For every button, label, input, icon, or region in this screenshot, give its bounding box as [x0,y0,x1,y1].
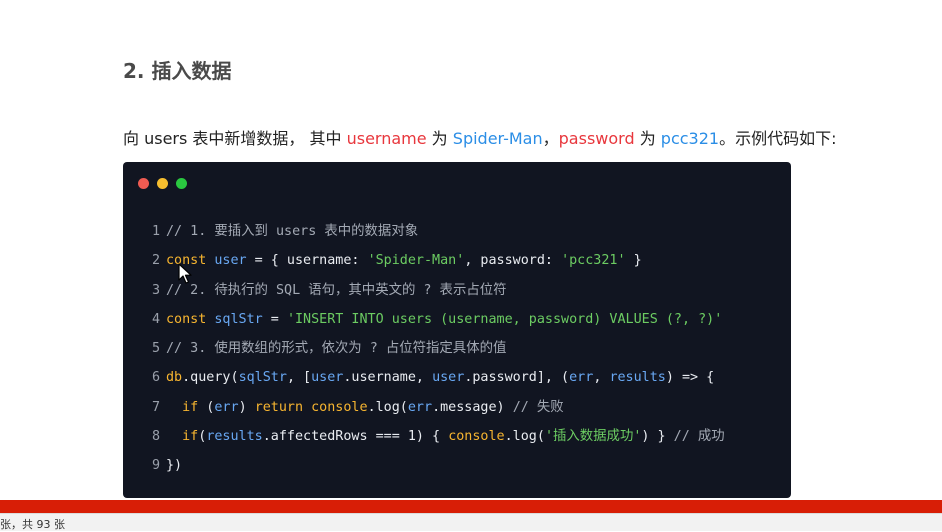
line-number: 8 [152,429,169,445]
code-text: ( [198,399,215,415]
code-text: , [593,370,610,386]
code-keyword: console [311,399,368,415]
code-variable: user [214,253,247,269]
desc-text-2: 为 [426,129,453,148]
code-keyword: const [166,311,207,327]
code-keyword: db [166,370,183,386]
code-line: 7 if (err) return console.log(err.messag… [152,393,725,422]
code-text: .affectedRows === 1) { [262,429,449,445]
code-variable: sqlStr [238,370,287,386]
keyword-username: username [346,129,427,148]
code-variable: err [569,370,594,386]
code-text: ) [238,399,255,415]
code-string: 'INSERT INTO users (username, password) … [286,311,723,327]
code-variable: results [609,370,666,386]
maximize-dot-icon [176,178,187,189]
code-text: ) } [641,429,674,445]
slide-accent-bar [0,500,942,513]
line-number: 4 [152,311,169,327]
code-variable: sqlStr [214,311,263,327]
code-text: } [625,253,642,269]
code-keyword: if [182,399,199,415]
code-window: 1 // 1. 要插入到 users 表中的数据对象 2 const user =… [123,162,791,498]
code-text: .log( [367,399,408,415]
status-bar: 张，共 93 张 [0,513,942,531]
code-comment: // 1. 要插入到 users 表中的数据对象 [166,224,419,239]
page-count-text: 张，共 93 张 [0,518,65,531]
code-text: , password: [464,253,562,269]
code-variable: err [407,399,433,415]
code-string: 'Spider-Man' [367,253,465,269]
code-line: 8 if(results.affectedRows === 1) { conso… [152,422,725,451]
code-comment: // 成功 [673,429,725,445]
slide-heading: 2. 插入数据 [123,59,232,83]
value-spider-man: Spider-Man [452,129,543,148]
close-dot-icon [138,178,149,189]
line-number: 7 [152,399,169,415]
code-line: 2 const user = { username: 'Spider-Man',… [152,246,725,275]
code-keyword: console [448,429,505,445]
line-number: 3 [152,282,169,298]
code-text: .log( [504,429,545,445]
line-number: 5 [152,341,169,357]
code-line: 3 // 2. 待执行的 SQL 语句，其中英文的 ? 表示占位符 [152,276,725,305]
code-variable: err [214,399,239,415]
code-keyword: return [254,399,304,415]
code-text: .username, [343,370,433,386]
code-line: 4 const sqlStr = 'INSERT INTO users (use… [152,305,725,334]
value-pcc321: pcc321 [660,129,720,148]
line-number: 6 [152,370,169,386]
code-text: .query( [182,370,239,386]
code-text: , [ [286,370,312,386]
code-comment: // 2. 待执行的 SQL 语句，其中英文的 ? 表示占位符 [166,282,507,298]
code-variable: results [206,429,263,445]
code-text: ) => { [665,370,715,386]
code-text: = [262,311,287,327]
code-block: 1 // 1. 要插入到 users 表中的数据对象 2 const user =… [152,217,725,481]
desc-text-4: 为 [634,129,661,148]
code-string: 'pcc321' [561,253,626,269]
code-comment: // 失败 [512,399,564,415]
code-comment: // 3. 使用数组的形式，依次为 ? 占位符指定具体的值 [166,341,507,357]
code-variable: user [432,370,465,386]
code-keyword: if [182,429,199,445]
desc-text-5: 。示例代码如下: [719,129,837,148]
desc-text-1: 向 users 表中新增数据， 其中 [123,129,347,148]
code-line: 1 // 1. 要插入到 users 表中的数据对象 [152,217,725,246]
code-text: .message) [432,399,513,415]
arrow-cursor-icon [178,263,192,284]
line-number: 9 [152,458,169,474]
code-text: }) [166,458,183,474]
code-text: .password], ( [464,370,570,386]
code-line: 9 }) [152,451,725,480]
line-number: 1 [152,224,169,239]
desc-text-3: ， [542,129,559,148]
line-number: 2 [152,253,169,269]
keyword-password: password [558,129,635,148]
slide-description: 向 users 表中新增数据， 其中 username 为 Spider-Man… [123,125,837,149]
code-text: = { username: [246,253,368,269]
code-string: '插入数据成功' [544,429,642,445]
code-line: 6 db.query(sqlStr, [user.username, user.… [152,363,725,392]
minimize-dot-icon [157,178,168,189]
code-line: 5 // 3. 使用数组的形式，依次为 ? 占位符指定具体的值 [152,334,725,363]
code-variable: user [311,370,344,386]
